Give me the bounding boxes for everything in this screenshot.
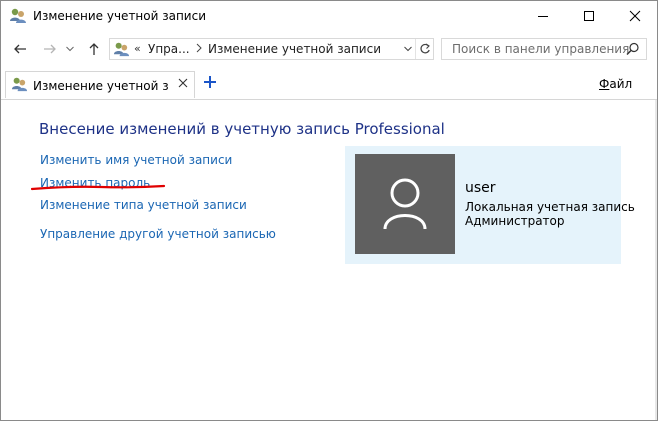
up-button[interactable] <box>83 38 105 60</box>
address-dropdown-button[interactable] <box>401 39 415 59</box>
navigation-bar: « Упра... Изменение учетной записи <box>1 34 657 64</box>
breadcrumb-overflow[interactable]: « <box>134 42 141 55</box>
maximize-button[interactable] <box>566 1 612 31</box>
tab-bar: Изменение учетной запи Файл <box>1 69 657 100</box>
refresh-icon <box>420 43 430 54</box>
avatar <box>355 154 455 254</box>
account-type: Локальная учетная запись <box>465 200 635 214</box>
account-role: Администратор <box>465 214 565 228</box>
chevron-down-icon <box>66 46 74 52</box>
minimize-button[interactable] <box>520 1 566 31</box>
back-button[interactable] <box>9 38 31 60</box>
user-card: user Локальная учетная запись Администра… <box>345 146 635 264</box>
user-name: user <box>465 180 496 196</box>
scrollbar[interactable] <box>655 100 657 420</box>
user-accounts-icon <box>10 8 26 23</box>
arrow-up-icon <box>89 43 99 55</box>
breadcrumb-item[interactable]: Упра... <box>148 42 190 56</box>
address-bar[interactable]: « Упра... Изменение учетной записи <box>109 38 434 60</box>
menu-file-mnemonic: Ф <box>599 77 610 91</box>
arrow-right-icon <box>44 44 56 54</box>
user-silhouette-icon <box>383 178 427 230</box>
breadcrumb-item[interactable]: Изменение учетной записи <box>208 42 381 56</box>
close-button[interactable] <box>612 1 657 31</box>
forward-button[interactable] <box>39 38 61 60</box>
close-tab-icon[interactable] <box>178 78 188 88</box>
link-change-account-type[interactable]: Изменение типа учетной записи <box>40 198 247 212</box>
search-box[interactable] <box>441 38 647 60</box>
menu-file[interactable]: Файл <box>599 77 632 91</box>
link-manage-other-account[interactable]: Управление другой учетной записью <box>40 227 276 241</box>
recent-locations-button[interactable] <box>63 38 77 60</box>
chevron-down-icon <box>404 46 412 52</box>
user-accounts-icon <box>113 42 130 57</box>
red-underline-annotation <box>31 184 166 191</box>
user-accounts-icon <box>11 77 28 92</box>
search-icon[interactable] <box>626 42 640 56</box>
arrow-left-icon <box>14 44 26 54</box>
tab-label: Изменение учетной запи <box>33 79 169 93</box>
content-pane: Внесение изменений в учетную запись Prof… <box>1 100 657 420</box>
window-title: Изменение учетной записи <box>33 9 207 23</box>
close-icon <box>629 10 641 22</box>
link-change-account-name[interactable]: Изменить имя учетной записи <box>40 153 232 167</box>
refresh-button[interactable] <box>415 39 434 59</box>
chevron-right-icon[interactable] <box>196 43 202 53</box>
title-bar[interactable]: Изменение учетной записи <box>1 1 657 31</box>
tab-change-account[interactable]: Изменение учетной запи <box>5 71 195 98</box>
page-title: Внесение изменений в учетную запись Prof… <box>39 120 445 138</box>
search-input[interactable] <box>442 39 632 59</box>
window: Изменение учетной записи « Упра... Измен… <box>0 0 658 421</box>
add-tab-icon[interactable] <box>203 75 217 89</box>
maximize-icon <box>584 11 594 21</box>
menu-file-label: айл <box>609 77 633 91</box>
minimize-icon <box>538 16 548 17</box>
